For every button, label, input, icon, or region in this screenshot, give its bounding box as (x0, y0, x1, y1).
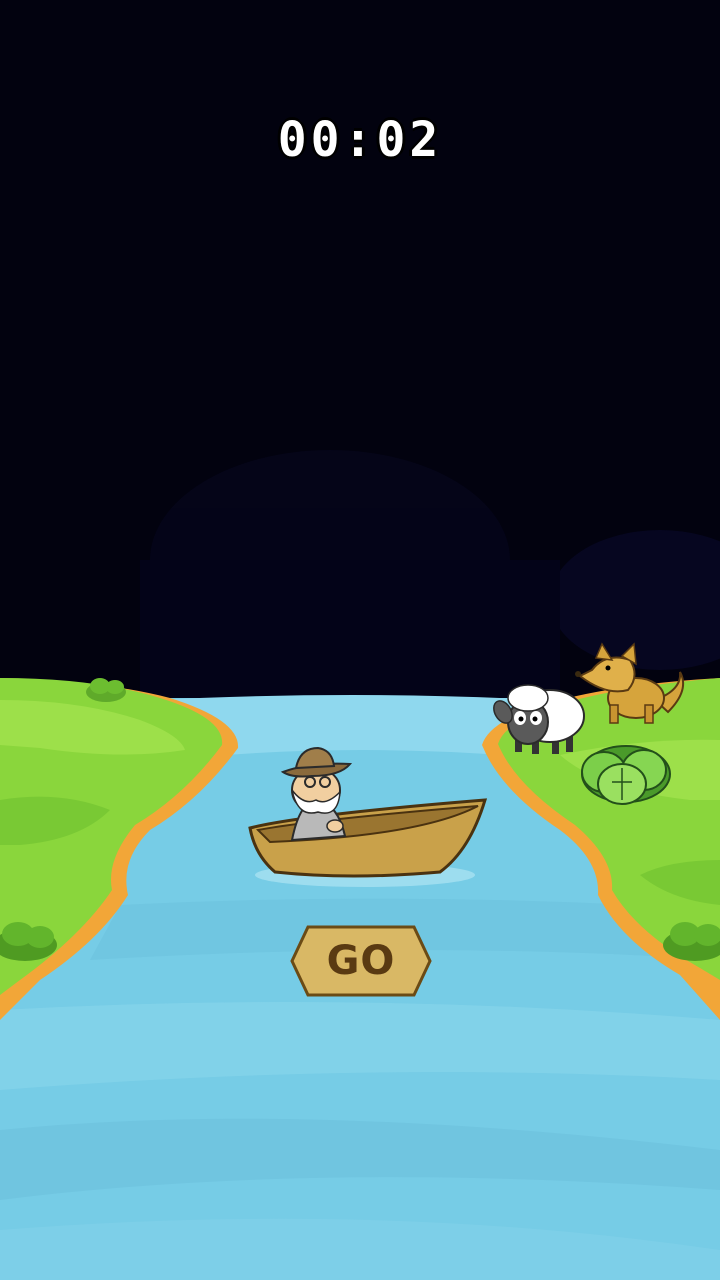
river-scene (0, 450, 720, 1280)
bush-left-top (86, 678, 126, 702)
go-button[interactable]: GO (290, 925, 432, 997)
timer-display: 00:02 (277, 112, 443, 168)
go-button-label: GO (326, 938, 396, 984)
game-screen: 00:02 GO (0, 0, 720, 1280)
